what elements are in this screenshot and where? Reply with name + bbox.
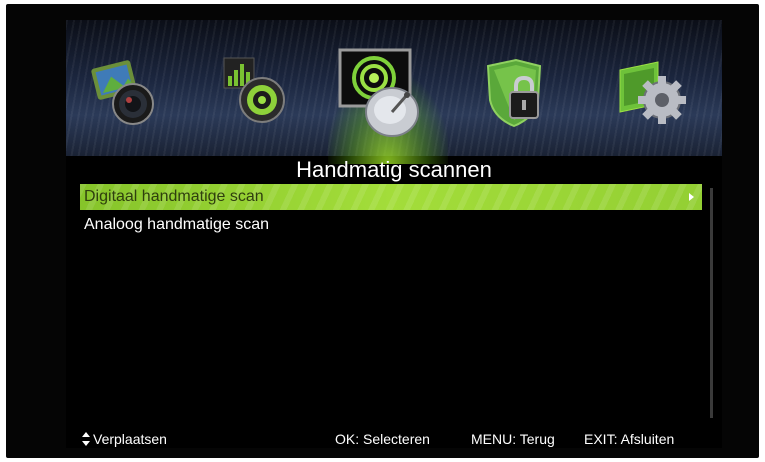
tv-frame: Handmatig scannen Digitaal handmatige sc… — [6, 4, 759, 458]
setup-gear-icon[interactable] — [614, 56, 690, 132]
sound-icon[interactable] — [218, 54, 294, 130]
arrow-right-icon — [689, 193, 694, 201]
hint-exit: EXIT: Afsluiten — [584, 431, 675, 447]
menu-item-digital-manual-scan[interactable]: Digitaal handmatige scan — [80, 184, 702, 210]
channel-satellite-icon[interactable] — [334, 46, 426, 142]
picture-icon[interactable] — [88, 56, 164, 132]
hint-move-label: Verplaatsen — [93, 431, 167, 447]
menu-item-label: Digitaal handmatige scan — [84, 188, 264, 205]
tv-screen: Handmatig scannen Digitaal handmatige sc… — [66, 20, 722, 448]
menu-list: Digitaal handmatige scan Analoog handmat… — [80, 184, 702, 240]
hint-ok: OK: Selecteren — [335, 431, 430, 447]
up-down-arrow-icon — [82, 432, 90, 447]
hint-menu: MENU: Terug — [471, 431, 555, 447]
lock-icon[interactable] — [478, 56, 554, 132]
scrollbar[interactable] — [710, 188, 713, 418]
menu-title: Handmatig scannen — [296, 157, 492, 182]
menu-item-label: Analoog handmatige scan — [84, 216, 270, 233]
menu-item-analog-manual-scan[interactable]: Analoog handmatige scan — [80, 212, 702, 238]
hint-move: Verplaatsen — [82, 430, 167, 448]
menu-tab-bar — [66, 20, 722, 164]
footer-hints: Verplaatsen OK: Selecteren MENU: Terug E… — [66, 430, 722, 448]
